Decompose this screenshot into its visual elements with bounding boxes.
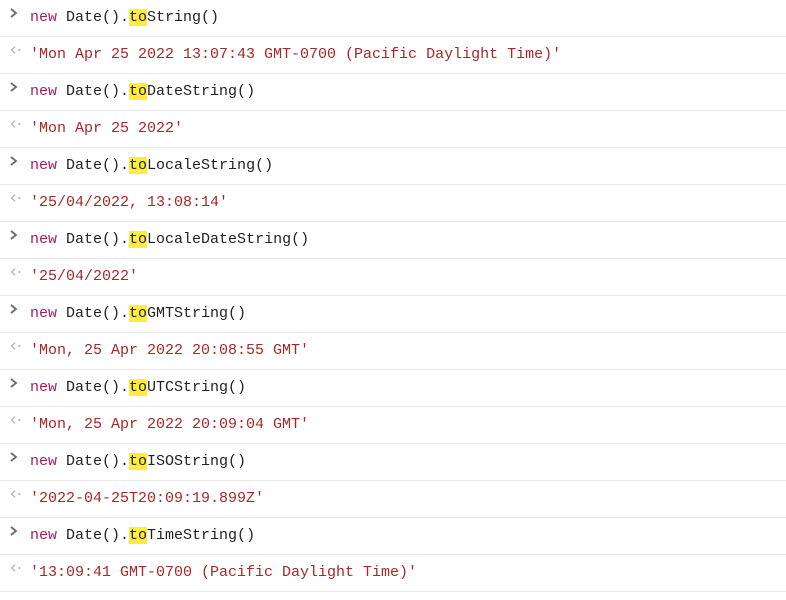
console-output-value: '13:09:41 GMT-0700 (Pacific Daylight Tim… — [30, 561, 776, 585]
code-text: Date(). — [57, 83, 129, 100]
console-input-row[interactable]: new Date().toUTCString() — [0, 370, 786, 407]
code-text: TimeString() — [147, 527, 255, 544]
output-chevron-icon — [10, 561, 30, 573]
highlight-match: to — [129, 305, 147, 322]
console-output-row: 'Mon, 25 Apr 2022 20:09:04 GMT' — [0, 407, 786, 444]
highlight-match: to — [129, 231, 147, 248]
console-input-row[interactable]: new Date().toDateString() — [0, 74, 786, 111]
input-chevron-icon — [10, 154, 30, 166]
keyword: new — [30, 305, 57, 322]
console-input-code: new Date().toGMTString() — [30, 302, 776, 326]
console-output-value: 'Mon Apr 25 2022 13:07:43 GMT-0700 (Paci… — [30, 43, 776, 67]
input-chevron-icon — [10, 450, 30, 462]
string-literal: 'Mon, 25 Apr 2022 20:09:04 GMT' — [30, 416, 309, 433]
code-text: GMTString() — [147, 305, 246, 322]
code-text: Date(). — [57, 231, 129, 248]
string-literal: '25/04/2022, 13:08:14' — [30, 194, 228, 211]
code-text: Date(). — [57, 527, 129, 544]
console-output-value: '25/04/2022, 13:08:14' — [30, 191, 776, 215]
string-literal: 'Mon, 25 Apr 2022 20:08:55 GMT' — [30, 342, 309, 359]
keyword: new — [30, 157, 57, 174]
keyword: new — [30, 453, 57, 470]
input-chevron-icon — [10, 80, 30, 92]
console-input-code: new Date().toString() — [30, 6, 776, 30]
highlight-match: to — [129, 83, 147, 100]
string-literal: '2022-04-25T20:09:19.899Z' — [30, 490, 264, 507]
code-text: Date(). — [57, 379, 129, 396]
console-log: new Date().toString()'Mon Apr 25 2022 13… — [0, 0, 786, 592]
input-chevron-icon — [10, 524, 30, 536]
code-text: DateString() — [147, 83, 255, 100]
string-literal: '13:09:41 GMT-0700 (Pacific Daylight Tim… — [30, 564, 417, 581]
output-chevron-icon — [10, 487, 30, 499]
console-input-code: new Date().toTimeString() — [30, 524, 776, 548]
input-chevron-icon — [10, 6, 30, 18]
console-input-row[interactable]: new Date().toISOString() — [0, 444, 786, 481]
console-output-row: '2022-04-25T20:09:19.899Z' — [0, 481, 786, 518]
console-input-row[interactable]: new Date().toLocaleDateString() — [0, 222, 786, 259]
console-input-code: new Date().toDateString() — [30, 80, 776, 104]
string-literal: 'Mon Apr 25 2022 13:07:43 GMT-0700 (Paci… — [30, 46, 561, 63]
console-input-code: new Date().toUTCString() — [30, 376, 776, 400]
console-output-row: '13:09:41 GMT-0700 (Pacific Daylight Tim… — [0, 555, 786, 592]
highlight-match: to — [129, 379, 147, 396]
code-text: Date(). — [57, 9, 129, 26]
input-chevron-icon — [10, 376, 30, 388]
code-text: String() — [147, 9, 219, 26]
console-output-value: 'Mon Apr 25 2022' — [30, 117, 776, 141]
code-text: UTCString() — [147, 379, 246, 396]
console-input-code: new Date().toLocaleDateString() — [30, 228, 776, 252]
code-text: Date(). — [57, 305, 129, 322]
keyword: new — [30, 83, 57, 100]
code-text: LocaleDateString() — [147, 231, 309, 248]
string-literal: '25/04/2022' — [30, 268, 138, 285]
highlight-match: to — [129, 9, 147, 26]
input-chevron-icon — [10, 228, 30, 240]
console-output-row: 'Mon, 25 Apr 2022 20:08:55 GMT' — [0, 333, 786, 370]
code-text: Date(). — [57, 157, 129, 174]
console-input-row[interactable]: new Date().toGMTString() — [0, 296, 786, 333]
console-output-row: 'Mon Apr 25 2022' — [0, 111, 786, 148]
console-output-value: 'Mon, 25 Apr 2022 20:08:55 GMT' — [30, 339, 776, 363]
console-output-row: '25/04/2022, 13:08:14' — [0, 185, 786, 222]
highlight-match: to — [129, 157, 147, 174]
highlight-match: to — [129, 527, 147, 544]
console-output-row: 'Mon Apr 25 2022 13:07:43 GMT-0700 (Paci… — [0, 37, 786, 74]
keyword: new — [30, 527, 57, 544]
console-output-row: '25/04/2022' — [0, 259, 786, 296]
code-text: LocaleString() — [147, 157, 273, 174]
console-input-row[interactable]: new Date().toString() — [0, 0, 786, 37]
output-chevron-icon — [10, 117, 30, 129]
string-literal: 'Mon Apr 25 2022' — [30, 120, 183, 137]
console-input-row[interactable]: new Date().toLocaleString() — [0, 148, 786, 185]
console-output-value: '2022-04-25T20:09:19.899Z' — [30, 487, 776, 511]
output-chevron-icon — [10, 413, 30, 425]
input-chevron-icon — [10, 302, 30, 314]
keyword: new — [30, 379, 57, 396]
console-input-row[interactable]: new Date().toTimeString() — [0, 518, 786, 555]
console-output-value: '25/04/2022' — [30, 265, 776, 289]
console-output-value: 'Mon, 25 Apr 2022 20:09:04 GMT' — [30, 413, 776, 437]
output-chevron-icon — [10, 191, 30, 203]
console-input-code: new Date().toLocaleString() — [30, 154, 776, 178]
code-text: Date(). — [57, 453, 129, 470]
console-input-code: new Date().toISOString() — [30, 450, 776, 474]
keyword: new — [30, 9, 57, 26]
output-chevron-icon — [10, 43, 30, 55]
output-chevron-icon — [10, 265, 30, 277]
highlight-match: to — [129, 453, 147, 470]
code-text: ISOString() — [147, 453, 246, 470]
output-chevron-icon — [10, 339, 30, 351]
keyword: new — [30, 231, 57, 248]
